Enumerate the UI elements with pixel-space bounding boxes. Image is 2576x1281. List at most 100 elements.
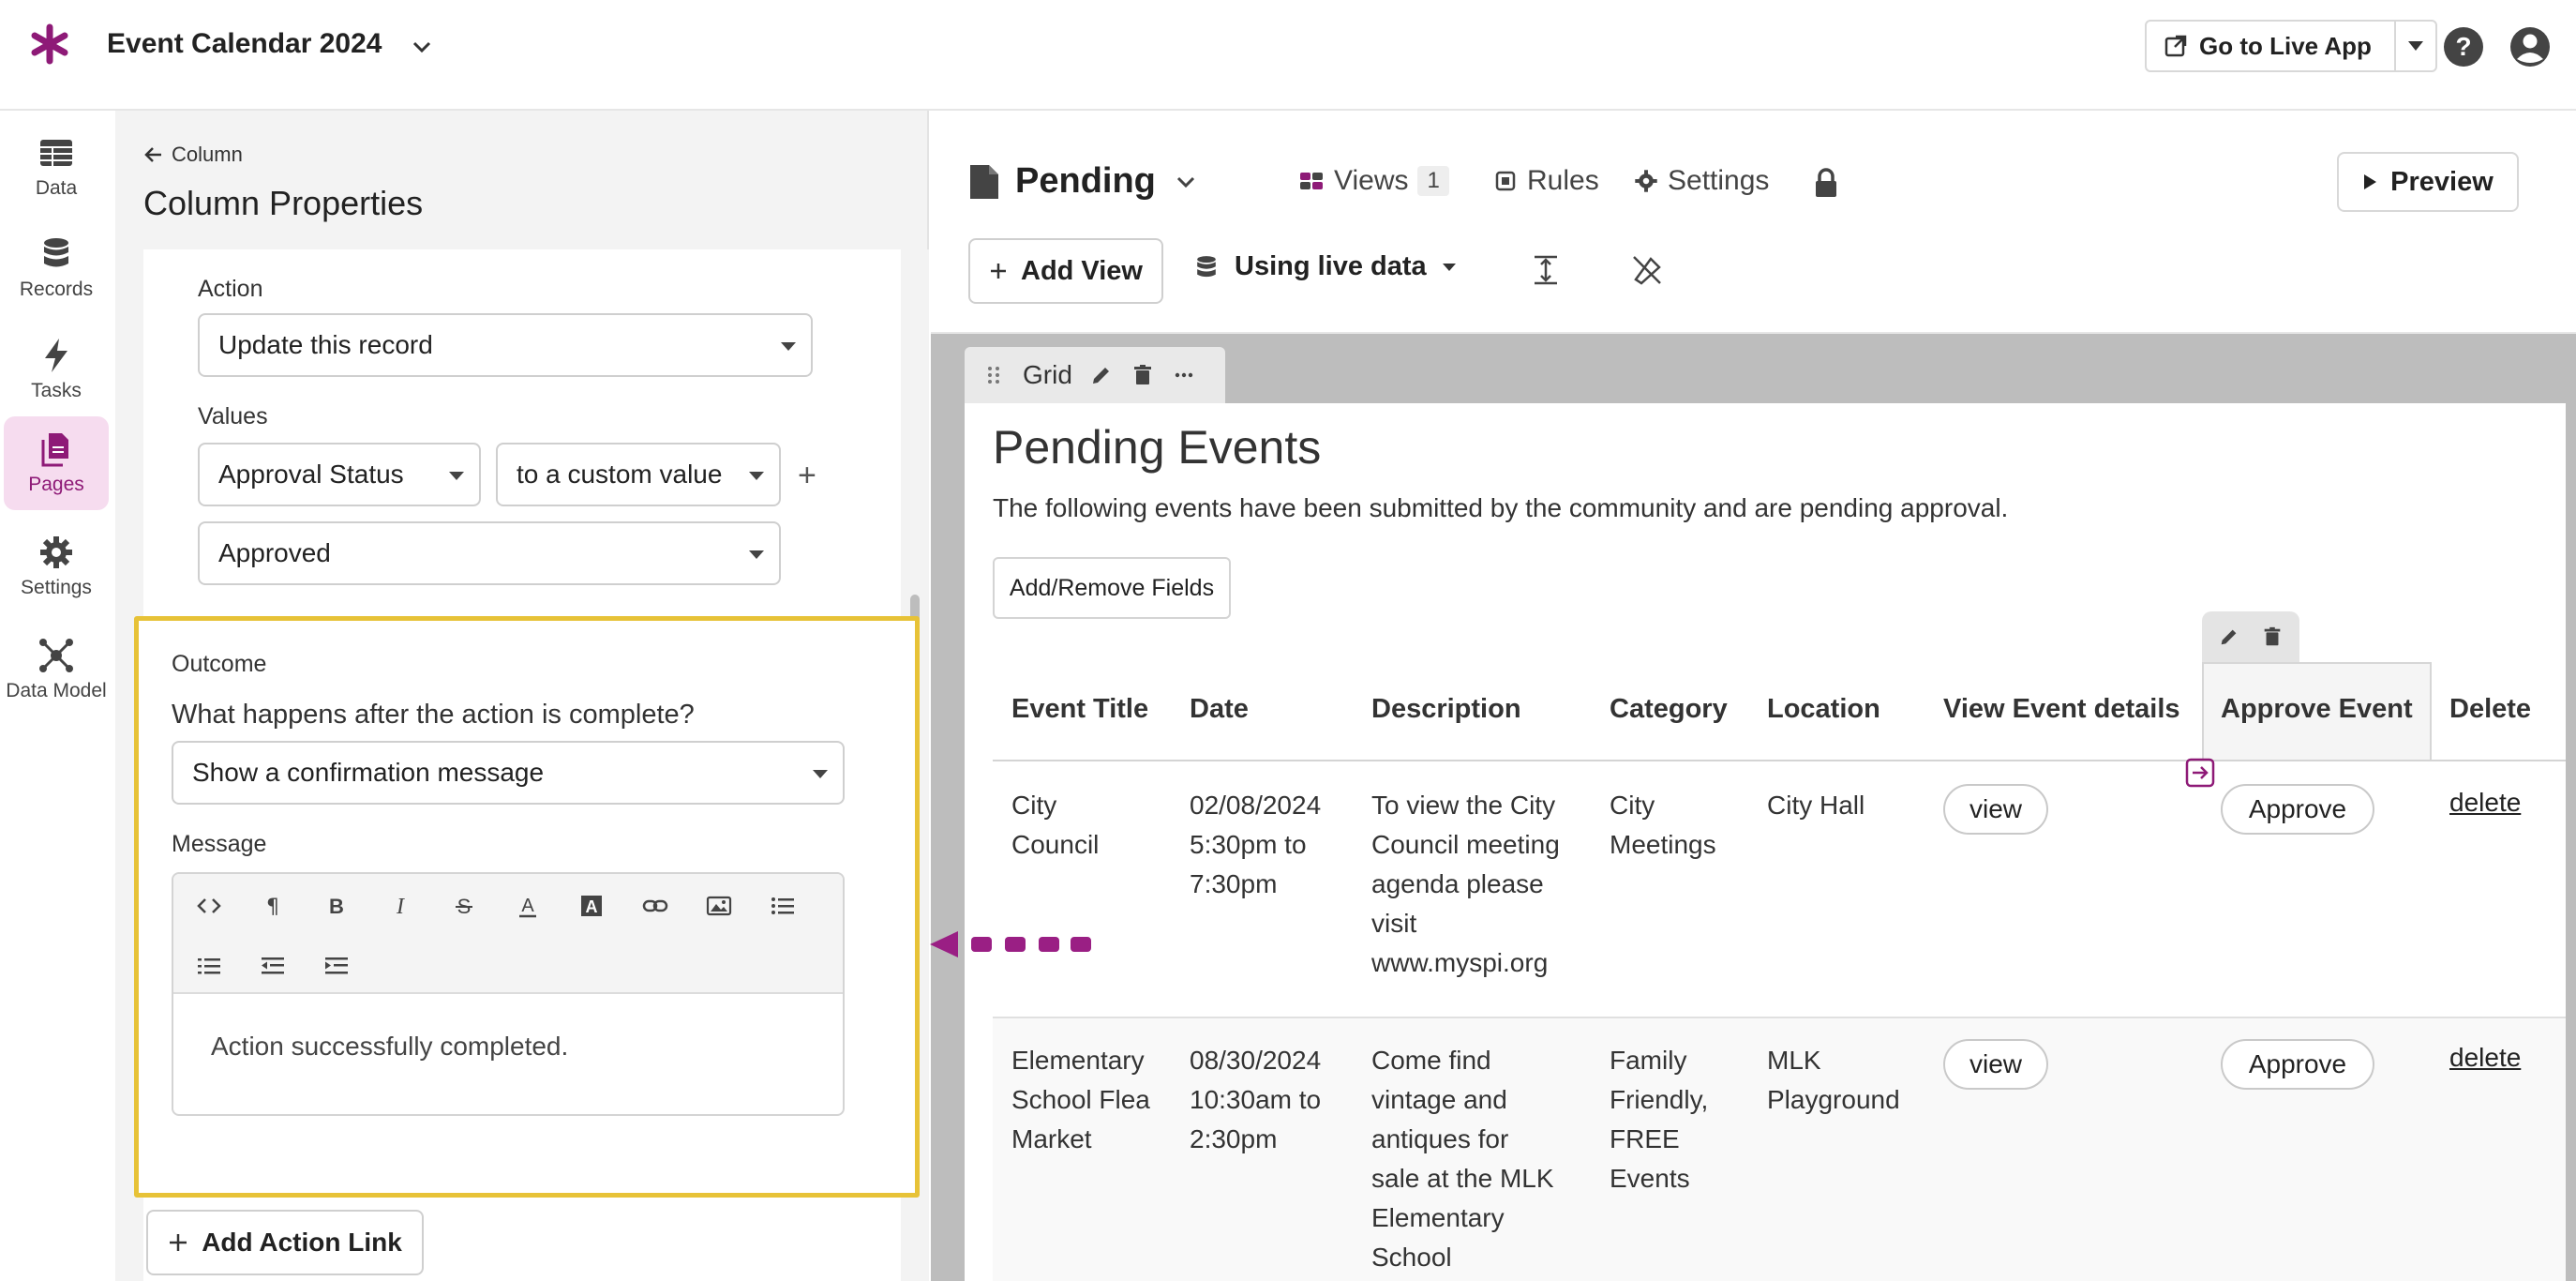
drag-handle-icon[interactable] bbox=[981, 363, 1006, 387]
delete-link[interactable]: delete bbox=[2449, 788, 2521, 818]
more-options-icon[interactable] bbox=[1172, 363, 1196, 387]
svg-text:B: B bbox=[329, 895, 344, 918]
column-link-arrow-icon[interactable] bbox=[2185, 758, 2215, 788]
value-mode-select[interactable]: to a custom value bbox=[496, 443, 781, 506]
page-file-icon bbox=[970, 165, 998, 199]
numbered-list-icon[interactable] bbox=[190, 947, 228, 985]
trash-icon[interactable] bbox=[1131, 363, 1155, 387]
nav-item-pages[interactable]: Pages bbox=[4, 416, 109, 510]
chip-icon bbox=[1495, 171, 1516, 191]
nav-item-records[interactable]: Records bbox=[4, 221, 109, 315]
back-link-label: Column bbox=[172, 143, 243, 166]
nav-item-data[interactable]: Data bbox=[4, 120, 109, 214]
page-canvas: Grid Pending Events The following events… bbox=[931, 334, 2576, 1281]
outcome-section: Outcome What happens after the action is… bbox=[134, 616, 920, 1198]
column-header-approve-event[interactable]: Approve Event bbox=[2221, 694, 2413, 725]
message-text[interactable]: Action successfully completed. bbox=[211, 1032, 568, 1062]
bulleted-list-icon[interactable] bbox=[764, 887, 801, 925]
column-header-view-event-details[interactable]: View Event details bbox=[1943, 694, 2180, 725]
caret-down-icon bbox=[1442, 263, 1456, 271]
caret-down-icon bbox=[781, 342, 796, 351]
text-color-icon[interactable]: A bbox=[509, 887, 547, 925]
column-header-description[interactable]: Description bbox=[1371, 694, 1521, 725]
bold-icon[interactable]: B bbox=[318, 887, 355, 925]
field-select[interactable]: Approval Status bbox=[198, 443, 481, 506]
app-title[interactable]: Event Calendar 2024 bbox=[107, 28, 382, 60]
image-icon[interactable] bbox=[700, 887, 738, 925]
plus-icon bbox=[170, 1234, 187, 1251]
page-name[interactable]: Pending bbox=[1015, 161, 1156, 202]
view-title: Pending Events bbox=[993, 421, 1322, 474]
trash-icon[interactable] bbox=[2261, 625, 2284, 648]
caret-down-icon bbox=[813, 770, 828, 778]
outcome-select[interactable]: Show a confirmation message bbox=[172, 741, 845, 805]
background-color-icon[interactable]: A bbox=[573, 887, 610, 925]
column-header-category[interactable]: Category bbox=[1610, 694, 1728, 725]
go-to-live-app-button[interactable]: Go to Live App bbox=[2147, 22, 2396, 70]
lock-icon[interactable] bbox=[1812, 167, 1840, 199]
grid-view-tab[interactable]: Grid bbox=[965, 347, 1225, 403]
outdent-icon[interactable] bbox=[254, 947, 292, 985]
live-app-dropdown-button[interactable] bbox=[2396, 22, 2435, 70]
hide-styling-icon[interactable] bbox=[1628, 251, 1666, 289]
column-header-event-title[interactable]: Event Title bbox=[1011, 694, 1148, 725]
custom-value-select[interactable]: Approved bbox=[198, 521, 781, 585]
edit-pencil-icon[interactable] bbox=[2218, 625, 2240, 648]
cell-event-title: Elementary School Flea Market bbox=[1011, 1046, 1150, 1153]
add-view-button[interactable]: Add View bbox=[968, 238, 1163, 304]
caret-down-icon bbox=[749, 472, 764, 480]
column-header-delete[interactable]: Delete bbox=[2449, 694, 2531, 725]
approve-button[interactable]: Approve bbox=[2221, 1039, 2374, 1090]
cell-event-title: City Council bbox=[1011, 791, 1100, 859]
svg-text:¶: ¶ bbox=[266, 896, 279, 919]
play-icon bbox=[2364, 174, 2377, 189]
chevron-down-icon[interactable] bbox=[409, 34, 435, 60]
add-value-icon[interactable]: + bbox=[798, 458, 816, 494]
indent-icon[interactable] bbox=[318, 947, 355, 985]
table-icon bbox=[40, 140, 72, 166]
view-event-button[interactable]: view bbox=[1943, 1039, 2048, 1090]
nav-label: Data Model bbox=[6, 680, 107, 701]
database-icon bbox=[1197, 255, 1216, 277]
data-source-dropdown[interactable]: Using live data bbox=[1193, 251, 1457, 282]
nav-item-tasks[interactable]: Tasks bbox=[4, 323, 109, 416]
paragraph-icon[interactable]: ¶ bbox=[254, 887, 292, 925]
add-action-link-button[interactable]: Add Action Link bbox=[146, 1210, 424, 1275]
views-link[interactable]: Views 1 bbox=[1298, 165, 1449, 197]
delete-link[interactable]: delete bbox=[2449, 1043, 2521, 1073]
nav-label: Settings bbox=[21, 577, 92, 598]
column-header-location[interactable]: Location bbox=[1767, 694, 1880, 725]
value-mode-select-value: to a custom value bbox=[517, 460, 723, 489]
approve-button[interactable]: Approve bbox=[2221, 784, 2374, 835]
svg-text:I: I bbox=[396, 895, 405, 919]
help-icon[interactable]: ? bbox=[2442, 25, 2485, 68]
strikethrough-icon[interactable]: S bbox=[445, 887, 483, 925]
settings-link[interactable]: Settings bbox=[1634, 165, 1769, 197]
external-link-icon bbox=[2164, 35, 2187, 57]
rules-link[interactable]: Rules bbox=[1493, 165, 1599, 197]
chevron-down-icon[interactable] bbox=[1173, 169, 1199, 195]
outcome-label: Outcome bbox=[172, 651, 267, 677]
row-height-icon[interactable] bbox=[1527, 251, 1565, 289]
left-navigation: Data Records Tasks Pages Settings Data M… bbox=[0, 111, 114, 1281]
view-event-button[interactable]: view bbox=[1943, 784, 2048, 835]
nav-label: Tasks bbox=[31, 380, 82, 401]
user-account-icon[interactable] bbox=[2509, 25, 2552, 68]
code-view-icon[interactable] bbox=[190, 887, 228, 925]
italic-icon[interactable]: I bbox=[382, 887, 419, 925]
page-header: Pending Views 1 Rules Settings Preview A… bbox=[931, 111, 2576, 334]
nav-item-data-model[interactable]: Data Model bbox=[4, 623, 109, 716]
cell-description: To view the City Council meeting agenda pl… bbox=[1371, 791, 1560, 977]
app-logo-icon[interactable] bbox=[28, 23, 71, 66]
link-icon[interactable] bbox=[637, 887, 674, 925]
rules-label: Rules bbox=[1527, 165, 1599, 196]
back-to-column-link[interactable]: Column bbox=[143, 143, 243, 167]
column-header-date[interactable]: Date bbox=[1190, 694, 1249, 725]
preview-button[interactable]: Preview bbox=[2337, 152, 2519, 212]
action-select[interactable]: Update this record bbox=[198, 313, 813, 377]
nav-item-settings[interactable]: Settings bbox=[4, 520, 109, 613]
edit-pencil-icon[interactable] bbox=[1089, 363, 1114, 387]
add-remove-fields-button[interactable]: Add/Remove Fields bbox=[993, 557, 1231, 619]
views-count-badge: 1 bbox=[1417, 166, 1449, 196]
nav-label: Pages bbox=[28, 474, 84, 495]
